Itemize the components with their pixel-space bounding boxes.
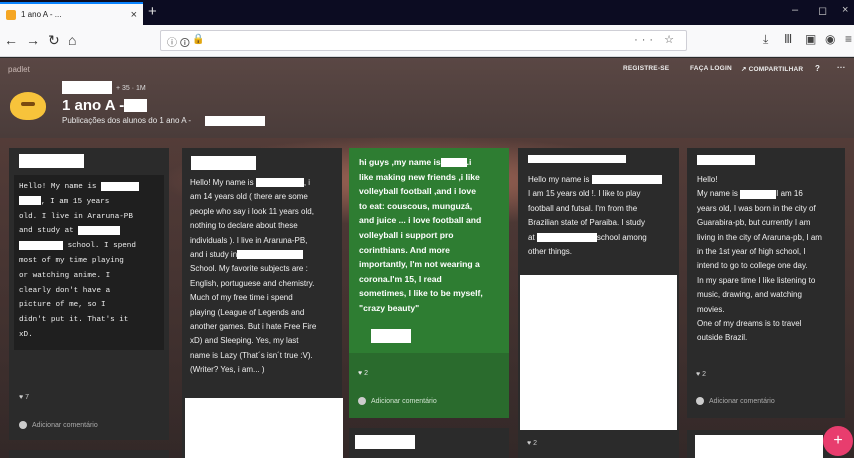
avatar-icon xyxy=(696,397,704,405)
post-image xyxy=(185,398,343,458)
post-image xyxy=(520,275,677,430)
add-comment-button[interactable]: Adicionar comentário xyxy=(696,397,775,405)
like-count[interactable]: ♥ 2 xyxy=(696,371,706,378)
card-title-redaction xyxy=(528,155,626,163)
download-icon[interactable]: ⤓ xyxy=(763,32,768,47)
login-link[interactable]: FAÇA LOGIN xyxy=(690,65,732,72)
post-body-box: Hello! My name is , I am 15 years old. I… xyxy=(14,175,164,350)
forward-icon[interactable]: → xyxy=(26,32,40,48)
padlet-favicon-icon xyxy=(6,9,16,20)
page-actions-icon[interactable]: ··· ☆ xyxy=(634,33,678,46)
add-comment-button[interactable]: Adicionar comentário xyxy=(19,421,98,429)
post-image xyxy=(695,435,823,458)
lock-icon: 🔒 xyxy=(192,34,205,45)
subtitle-redaction xyxy=(205,116,265,126)
menu-icon[interactable]: ≡ xyxy=(845,32,852,46)
signature-redaction xyxy=(371,329,411,343)
card-title-redaction xyxy=(191,156,256,170)
close-window-icon[interactable]: × xyxy=(842,4,848,16)
more-icon[interactable]: ··· xyxy=(837,63,846,72)
post-body: Hello! My name is I am 16 years old, I w… xyxy=(697,175,822,343)
post-body: hi guys ,my name is .i like making new fr… xyxy=(359,157,483,313)
like-count[interactable]: ♥ 2 xyxy=(358,370,368,377)
board-title: 1 ano A - xyxy=(62,97,125,114)
post-body: Hello! My name is , I am 15 years old. I… xyxy=(19,180,164,343)
padlet-board: padlet REGISTRE-SE FAÇA LOGIN ↗ COMPARTI… xyxy=(0,58,854,458)
card-title-redaction xyxy=(355,435,415,449)
card-footer xyxy=(349,353,509,418)
register-link[interactable]: REGISTRE-SE xyxy=(623,65,669,72)
emoji-face-icon xyxy=(21,102,35,106)
browser-tab-bar: 1 ano A - ... × + – ◻ × xyxy=(0,0,854,25)
tab-title: 1 ano A - ... xyxy=(21,10,62,19)
account-icon[interactable]: ◉ xyxy=(825,32,835,46)
sidebar-icon[interactable]: ▣ xyxy=(805,32,816,46)
add-comment-button[interactable]: Adicionar comentário xyxy=(358,397,437,405)
title-redaction xyxy=(124,99,147,112)
browser-nav-bar: ← → ↻ ⌂ ⓘ 🛈 🔒 ··· ☆ ⤓ Ⅲ ▣ ◉ ≡ xyxy=(0,25,854,57)
help-icon[interactable]: ? xyxy=(815,64,820,73)
post-body: Hello! My name is , i am 14 years old ( … xyxy=(190,178,317,375)
minimize-icon[interactable]: – xyxy=(792,4,798,16)
tab-close-icon[interactable]: × xyxy=(131,9,137,21)
url-bar[interactable]: ⓘ 🛈 🔒 ··· ☆ xyxy=(160,30,687,51)
back-icon[interactable]: ← xyxy=(4,32,18,48)
post-card[interactable] xyxy=(9,450,169,458)
new-tab-icon[interactable]: + xyxy=(148,3,157,20)
card-title-redaction xyxy=(697,155,755,165)
add-post-button[interactable]: + xyxy=(823,426,853,456)
board-stats: + 35 · 1M xyxy=(116,85,146,92)
browser-tab[interactable]: 1 ano A - ... × xyxy=(0,2,143,25)
post-card[interactable]: hi guys ,my name is .i like making new fr… xyxy=(349,148,509,418)
site-info-icon[interactable]: ⓘ 🛈 xyxy=(167,34,190,53)
board-subtitle: Publicações dos alunos do 1 ano A - xyxy=(62,116,191,125)
card-title-redaction xyxy=(19,154,84,168)
share-button[interactable]: ↗ COMPARTILHAR xyxy=(741,65,803,73)
home-icon[interactable]: ⌂ xyxy=(68,32,76,48)
author-redaction xyxy=(62,81,112,94)
like-count[interactable]: ♥ 7 xyxy=(19,394,29,401)
post-card[interactable] xyxy=(687,430,845,458)
maximize-icon[interactable]: ◻ xyxy=(818,4,827,17)
like-count[interactable]: ♥ 2 xyxy=(527,440,537,447)
post-card[interactable]: Hello! My name is , i am 14 years old ( … xyxy=(182,148,343,458)
avatar-icon xyxy=(358,397,366,405)
padlet-logo[interactable]: padlet xyxy=(8,65,30,74)
post-card[interactable]: Hello! My name is I am 16 years old, I w… xyxy=(687,148,845,418)
library-icon[interactable]: Ⅲ xyxy=(784,32,792,46)
post-card[interactable] xyxy=(349,428,509,458)
post-body: Hello my name is I am 15 years old !. I … xyxy=(528,173,678,259)
avatar-icon xyxy=(19,421,27,429)
post-card[interactable]: Hello! My name is , I am 15 years old. I… xyxy=(9,148,169,440)
board-avatar xyxy=(10,92,46,120)
post-card[interactable]: Hello my name is I am 15 years old !. I … xyxy=(518,148,679,458)
reload-icon[interactable]: ↻ xyxy=(48,32,60,49)
